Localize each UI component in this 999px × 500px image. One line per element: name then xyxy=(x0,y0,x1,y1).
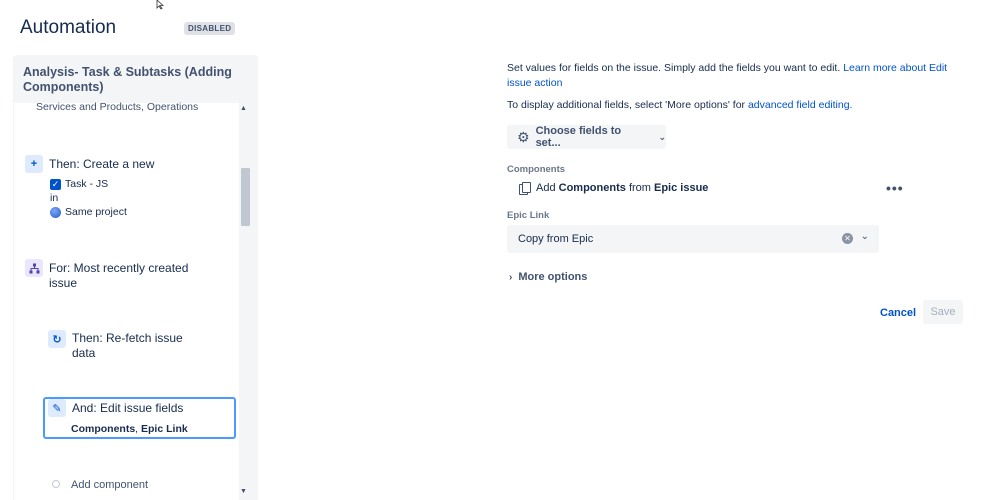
project-text: Same project xyxy=(65,206,127,218)
clear-icon[interactable]: ✕ xyxy=(842,233,853,244)
desc-text-1: Set values for fields on the issue. Simp… xyxy=(507,62,844,74)
advanced-field-editing-link[interactable]: advanced field editing. xyxy=(748,99,853,111)
refresh-icon: ↻ xyxy=(48,330,66,348)
chevron-right-icon: › xyxy=(509,271,513,283)
step-refetch-label[interactable]: Then: Re-fetch issue data xyxy=(72,331,192,361)
step-create-label[interactable]: Then: Create a new xyxy=(49,157,154,172)
copy-icon xyxy=(519,182,531,195)
scroll-up-icon[interactable]: ▲ xyxy=(240,105,247,112)
components-source-text: Epic issue xyxy=(654,182,709,194)
edit-field-epic: Epic Link xyxy=(141,423,188,435)
checkbox-icon: ✓ xyxy=(50,178,61,190)
components-field-text: Components xyxy=(558,182,626,194)
components-value[interactable]: Add Components from Epic issue xyxy=(519,182,708,195)
step-for-label[interactable]: For: Most recently created issue xyxy=(49,261,199,291)
issue-type-line: ✓ Task - JS xyxy=(50,178,108,190)
chevron-down-icon: ⌄ xyxy=(658,131,666,142)
scrollbar[interactable] xyxy=(239,103,251,500)
config-description: Set values for fields on the issue. Simp… xyxy=(507,61,962,91)
cancel-button[interactable]: Cancel xyxy=(874,302,922,324)
project-line: Same project xyxy=(50,206,127,218)
edit-field-components: Components xyxy=(71,423,136,435)
components-add-text: Add xyxy=(536,182,556,194)
in-text: in xyxy=(50,192,59,204)
choose-fields-button[interactable]: ⚙ Choose fields to set... ⌄ xyxy=(507,125,666,149)
edit-fields-summary: Components, Epic Link xyxy=(71,423,188,435)
scroll-thumb[interactable] xyxy=(241,168,250,226)
plus-icon: + xyxy=(25,155,43,173)
mouse-cursor-icon xyxy=(156,0,165,10)
chevron-down-icon[interactable]: ⌄ xyxy=(861,231,869,242)
clipped-rule-text: Services and Products, Operations xyxy=(36,101,199,113)
components-value-text: Add Components from Epic issue xyxy=(536,182,708,194)
epic-link-value: Copy from Epic xyxy=(518,233,594,245)
more-options-label: More options xyxy=(518,271,588,283)
config-description-2: To display additional fields, select 'Mo… xyxy=(507,99,852,111)
save-button[interactable]: Save xyxy=(923,300,963,324)
issue-type-text: Task - JS xyxy=(65,178,109,190)
globe-icon xyxy=(50,206,61,218)
add-component-link[interactable]: Add component xyxy=(71,479,148,491)
components-from-text: from xyxy=(628,182,651,194)
pencil-icon: ✎ xyxy=(48,399,66,417)
epic-link-field-label: Epic Link xyxy=(507,210,550,221)
more-options-toggle[interactable]: › More options xyxy=(509,271,587,283)
epic-link-select[interactable]: Copy from Epic ✕ ⌄ xyxy=(507,225,879,253)
step-edit-label[interactable]: And: Edit issue fields xyxy=(72,401,183,416)
choose-fields-label: Choose fields to set... xyxy=(535,125,622,149)
add-dot-icon xyxy=(52,480,60,488)
rule-title: Analysis- Task & Subtasks (Adding Compon… xyxy=(23,65,232,94)
status-badge: DISABLED xyxy=(184,22,236,35)
components-field-label: Components xyxy=(507,164,566,175)
page-title: Automation xyxy=(20,17,117,38)
gear-icon: ⚙ xyxy=(517,128,530,145)
more-actions-icon[interactable]: ••• xyxy=(886,180,904,196)
desc-text-2: To display additional fields, select 'Mo… xyxy=(507,99,748,111)
scroll-down-icon[interactable]: ▼ xyxy=(240,488,247,495)
branch-icon xyxy=(25,259,43,277)
